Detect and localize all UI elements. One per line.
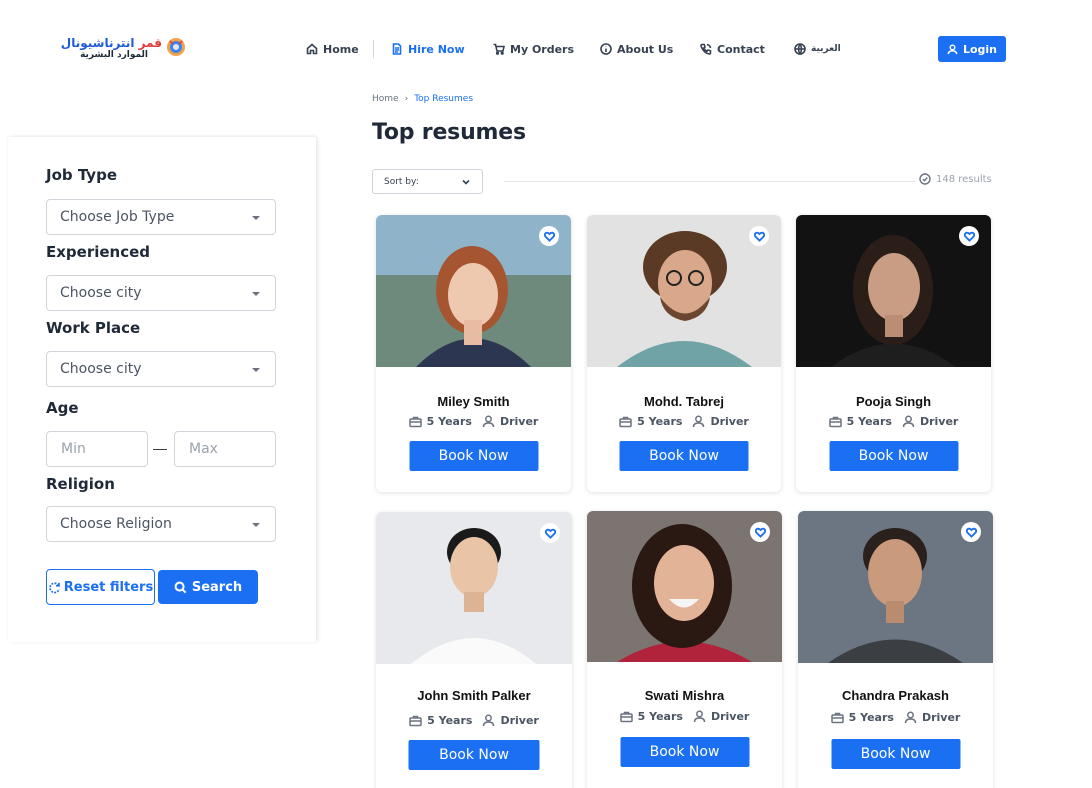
breadcrumb: Home › Top Resumes bbox=[372, 94, 473, 104]
brand-logo[interactable]: قمر انترناشيونال الموارد البشرية bbox=[61, 34, 188, 64]
heart-icon bbox=[543, 231, 555, 242]
cart-icon bbox=[493, 43, 505, 55]
religion-select[interactable]: Choose Religion bbox=[46, 506, 276, 542]
candidate-meta: 5 Years Driver bbox=[587, 415, 781, 428]
candidate-meta: 5 Years Driver bbox=[376, 415, 571, 428]
user-icon bbox=[904, 711, 917, 724]
reset-filters-button[interactable]: Reset filters bbox=[46, 569, 155, 605]
book-now-button[interactable]: Book Now bbox=[408, 740, 540, 770]
user-icon bbox=[483, 714, 495, 727]
search-icon bbox=[174, 581, 187, 593]
page-title: Top resumes bbox=[372, 120, 526, 145]
briefcase-icon bbox=[408, 416, 422, 428]
heart-icon bbox=[753, 231, 765, 242]
briefcase-icon bbox=[619, 416, 632, 428]
heart-icon bbox=[963, 231, 975, 242]
work-place-select[interactable]: Choose city bbox=[46, 351, 276, 387]
user-icon bbox=[902, 415, 915, 428]
book-now-button[interactable]: Book Now bbox=[831, 739, 960, 769]
range-dash bbox=[153, 449, 167, 450]
book-now-button[interactable]: Book Now bbox=[620, 737, 749, 767]
heart-icon bbox=[544, 528, 556, 539]
candidate-meta: 5 Years Driver bbox=[376, 714, 572, 727]
resume-card[interactable]: John Smith Palker 5 Years Driver Book No… bbox=[376, 512, 572, 788]
nav-divider bbox=[373, 40, 374, 58]
resume-card[interactable]: Mohd. Tabrej 5 Years Driver Book Now bbox=[587, 215, 781, 492]
favorite-button[interactable] bbox=[749, 226, 769, 246]
favorite-button[interactable] bbox=[961, 522, 981, 542]
check-circle-icon bbox=[919, 173, 931, 185]
user-icon bbox=[693, 415, 705, 428]
caret-down-icon bbox=[252, 292, 260, 296]
nav-contact[interactable]: Contact bbox=[700, 40, 765, 58]
experienced-label: Experienced bbox=[46, 243, 151, 261]
favorite-button[interactable] bbox=[959, 226, 979, 246]
user-icon bbox=[693, 710, 706, 723]
candidate-meta: 5 Years Driver bbox=[798, 711, 993, 724]
job-type-select[interactable]: Choose Job Type bbox=[46, 199, 276, 235]
resume-card[interactable]: Swati Mishra 5 Years Driver Book Now bbox=[587, 511, 782, 788]
chevron-right-icon: › bbox=[404, 94, 409, 104]
briefcase-icon bbox=[409, 715, 422, 727]
briefcase-icon bbox=[619, 711, 633, 723]
favorite-button[interactable] bbox=[539, 226, 559, 246]
sort-select[interactable]: Sort by: bbox=[372, 169, 483, 194]
religion-label: Religion bbox=[46, 475, 115, 493]
info-icon bbox=[600, 43, 612, 55]
home-icon bbox=[306, 43, 318, 55]
document-icon bbox=[392, 43, 402, 55]
refresh-icon bbox=[48, 581, 60, 593]
age-label: Age bbox=[46, 399, 79, 417]
candidate-name: Mohd. Tabrej bbox=[644, 394, 724, 409]
candidate-name: Swati Mishra bbox=[644, 688, 725, 703]
resume-card[interactable]: Pooja Singh 5 Years Driver Book Now bbox=[796, 215, 991, 492]
resume-card[interactable]: Chandra Prakash 5 Years Driver Book Now bbox=[798, 511, 993, 788]
work-place-label: Work Place bbox=[46, 319, 141, 337]
user-icon bbox=[947, 43, 958, 54]
briefcase-icon bbox=[830, 712, 844, 724]
user-icon bbox=[482, 415, 495, 428]
job-type-label: Job Type bbox=[46, 166, 117, 184]
candidate-meta: 5 Years Driver bbox=[796, 415, 991, 428]
logo-title: قمر انترناشيونال bbox=[60, 36, 162, 50]
chevron-down-icon bbox=[462, 179, 470, 185]
nav-language[interactable]: العربية bbox=[794, 40, 841, 58]
favorite-button[interactable] bbox=[750, 522, 770, 542]
candidate-name: Pooja Singh bbox=[855, 394, 932, 409]
heart-icon bbox=[965, 527, 977, 538]
book-now-button[interactable]: Book Now bbox=[829, 441, 958, 471]
logo-emblem-icon bbox=[167, 38, 185, 56]
candidate-name: Chandra Prakash bbox=[842, 688, 949, 703]
book-now-button[interactable]: Book Now bbox=[409, 441, 538, 471]
nav-my-orders[interactable]: My Orders bbox=[493, 40, 574, 58]
book-now-button[interactable]: Book Now bbox=[619, 441, 749, 471]
nav-home[interactable]: Home bbox=[306, 40, 359, 58]
candidate-name: John Smith Palker bbox=[417, 688, 531, 703]
caret-down-icon bbox=[252, 368, 260, 372]
login-button[interactable]: Login bbox=[938, 36, 1006, 62]
search-button[interactable]: Search bbox=[158, 570, 258, 604]
resume-card[interactable]: Miley Smith 5 Years Driver Book Now bbox=[376, 215, 571, 492]
age-min-input[interactable] bbox=[46, 431, 148, 467]
caret-down-icon bbox=[252, 216, 260, 220]
favorite-button[interactable] bbox=[540, 523, 560, 543]
nav-hire-now[interactable]: Hire Now bbox=[391, 40, 465, 58]
age-max-input[interactable] bbox=[174, 431, 276, 467]
phone-icon bbox=[700, 43, 712, 55]
experienced-select[interactable]: Choose city bbox=[46, 275, 276, 311]
briefcase-icon bbox=[828, 416, 842, 428]
logo-subtitle: الموارد البشرية bbox=[80, 50, 148, 60]
breadcrumb-current: Top Resumes bbox=[414, 94, 474, 104]
candidate-name: Miley Smith bbox=[437, 394, 510, 409]
divider-line bbox=[504, 181, 916, 182]
caret-down-icon bbox=[252, 523, 260, 527]
candidate-meta: 5 Years Driver bbox=[587, 710, 782, 723]
results-count: 148 results bbox=[919, 173, 992, 185]
nav-about-us[interactable]: About Us bbox=[600, 40, 673, 58]
breadcrumb-home[interactable]: Home bbox=[372, 94, 399, 104]
globe-icon bbox=[794, 43, 806, 55]
heart-icon bbox=[754, 527, 766, 538]
